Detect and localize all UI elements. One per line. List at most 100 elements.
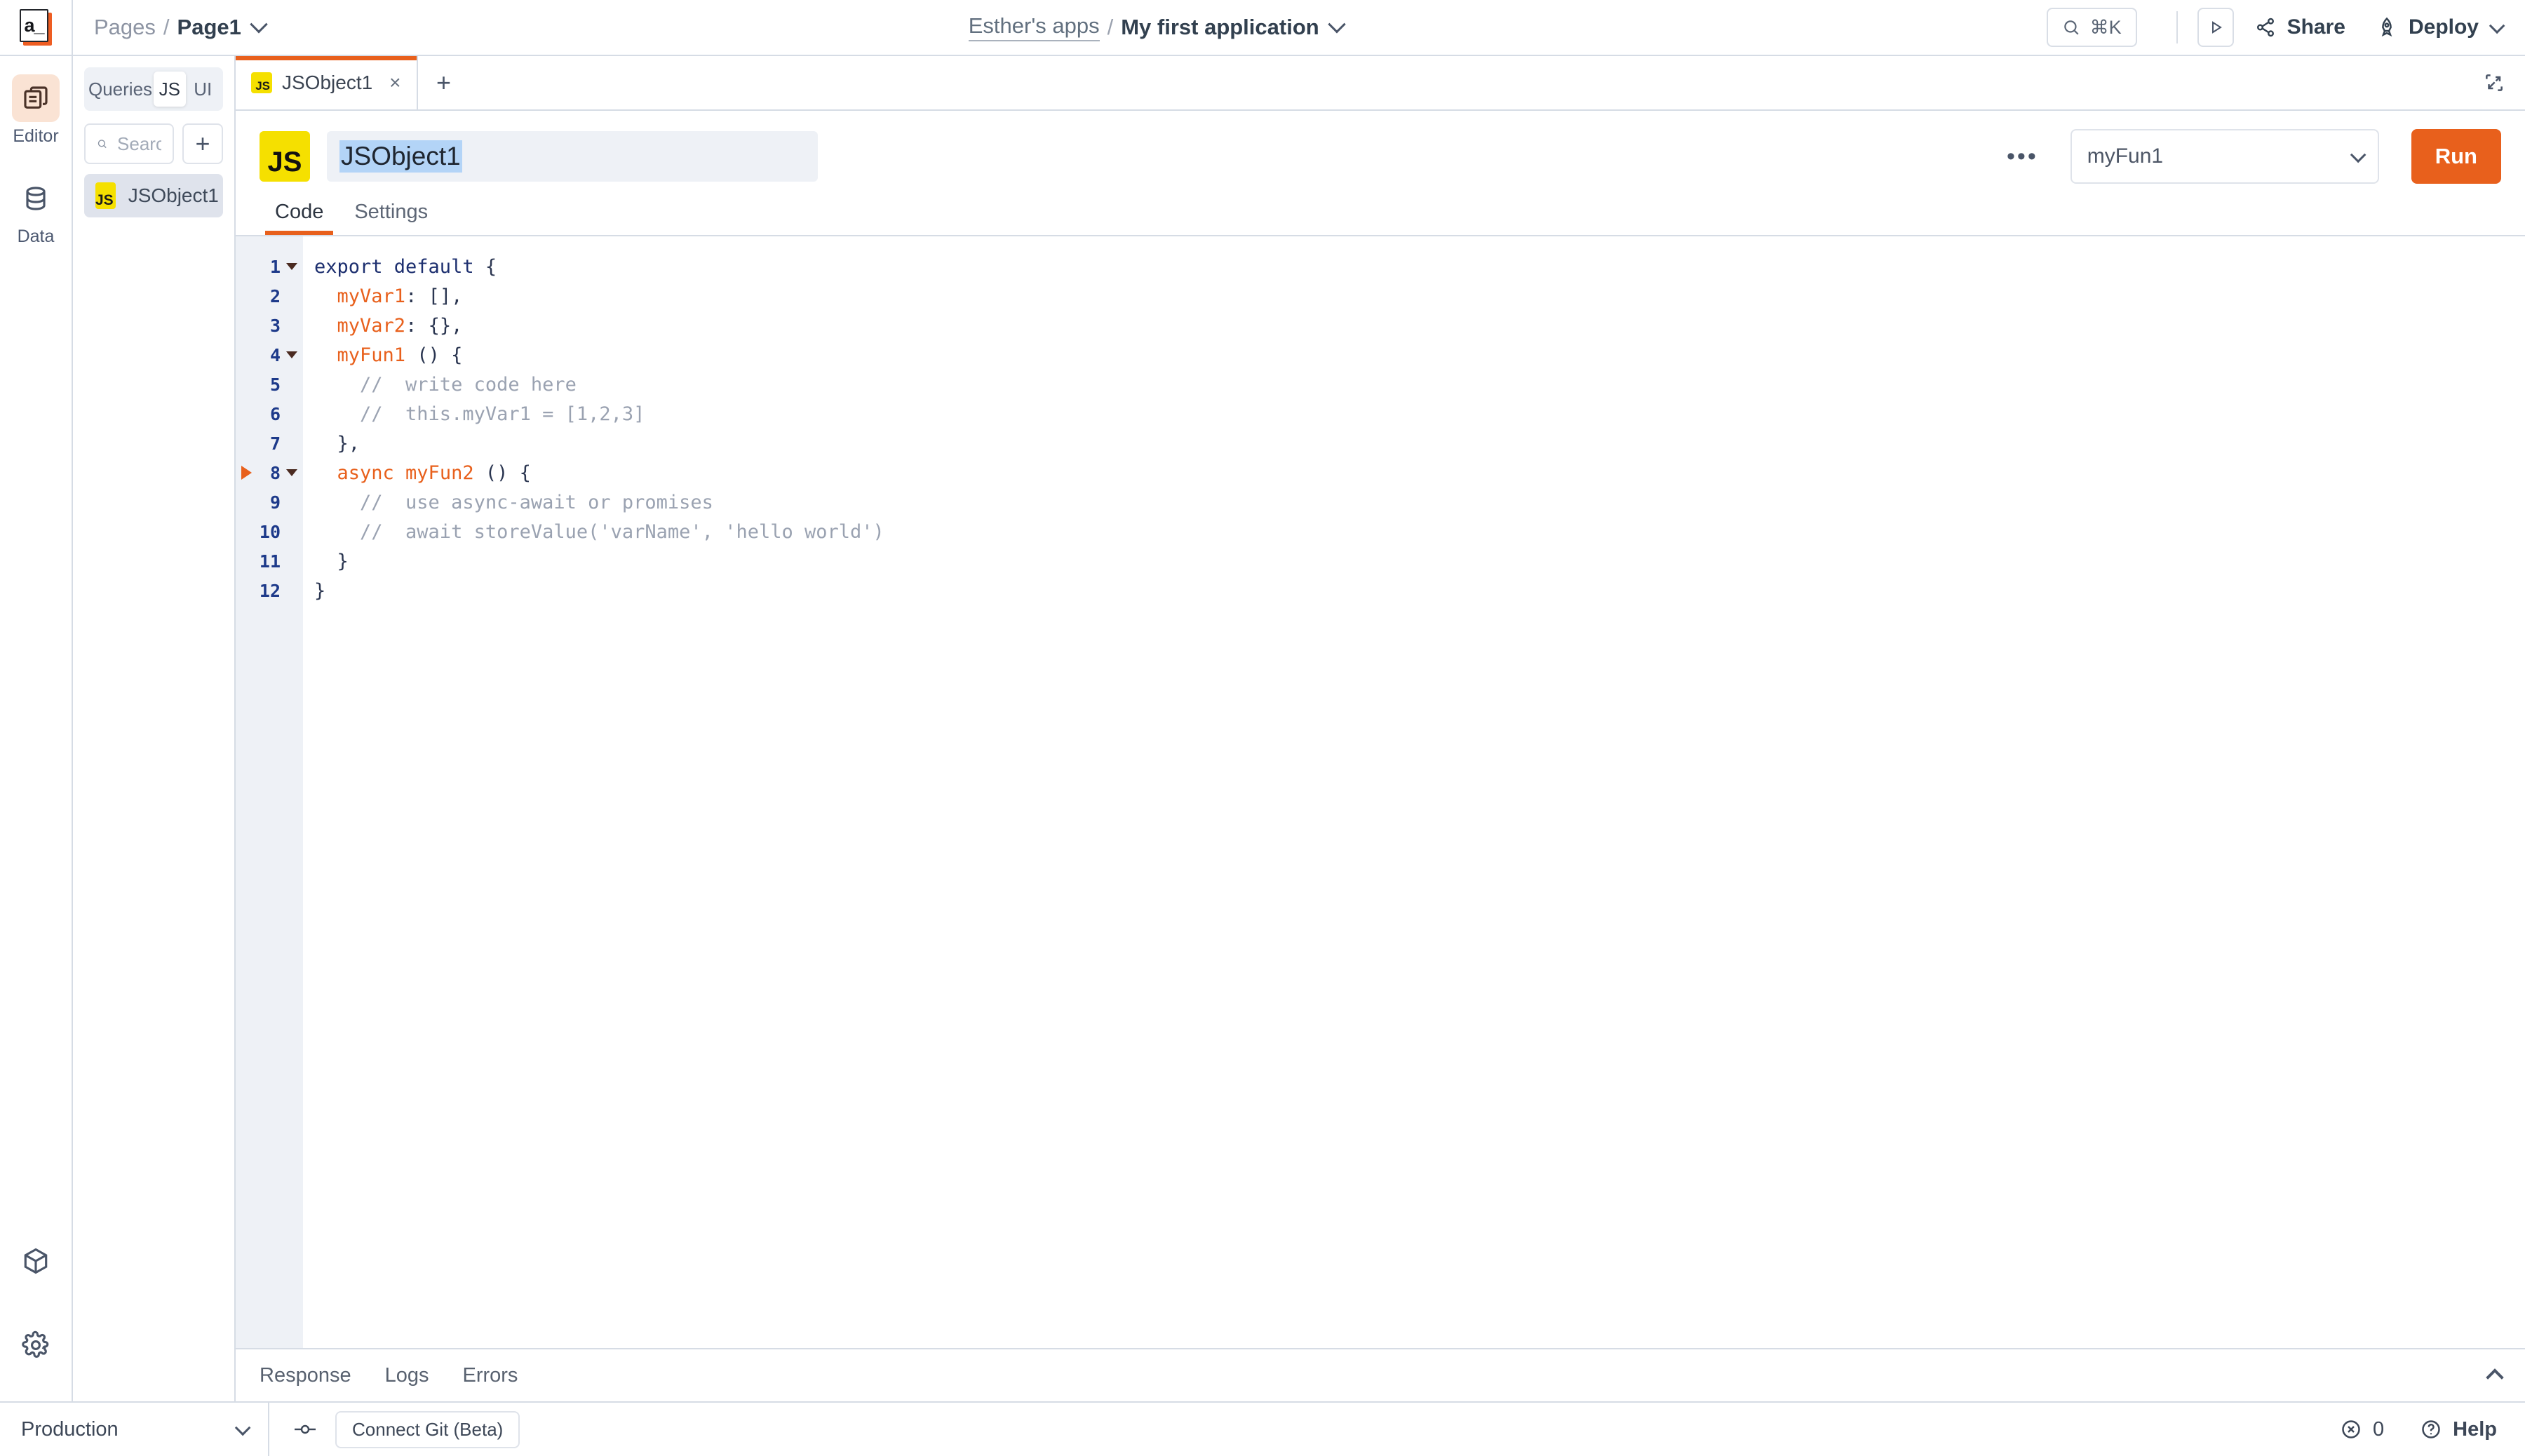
entity-search-row: +: [73, 111, 234, 164]
sidebar-item-data[interactable]: Data: [12, 175, 60, 247]
search-icon: [97, 136, 107, 151]
code-line[interactable]: // await storeValue('varName', 'hello wo…: [314, 517, 2525, 546]
editor-tab-jsobject1[interactable]: JS JSObject1 ×: [236, 56, 418, 109]
omnibar-search-button[interactable]: ⌘K: [2047, 8, 2137, 47]
fold-arrow-icon[interactable]: [286, 469, 297, 476]
sidebar-item-settings[interactable]: [12, 1321, 60, 1369]
list-item-label: JSObject1: [128, 184, 219, 207]
editor-code-area[interactable]: export default { myVar1: [], myVar2: {},…: [303, 236, 2525, 1348]
code-token: [314, 344, 337, 366]
gutter-line-number[interactable]: 6: [236, 399, 303, 429]
gutter-line-number[interactable]: 7: [236, 429, 303, 458]
collapse-expand-button[interactable]: [2463, 56, 2525, 109]
gutter-line-number[interactable]: 3: [236, 311, 303, 340]
tab-settings[interactable]: Settings: [339, 201, 443, 235]
environment-select[interactable]: Production: [0, 1403, 269, 1456]
tab-ui[interactable]: UI: [187, 72, 219, 107]
js-badge-icon: JS: [95, 182, 116, 209]
code-token: : [],: [405, 285, 462, 307]
help-button[interactable]: Help: [2420, 1418, 2497, 1441]
chevron-up-icon[interactable]: [2486, 1368, 2503, 1386]
line-number-label: 7: [270, 433, 281, 454]
search-input[interactable]: [117, 133, 161, 155]
code-line[interactable]: }: [314, 546, 2525, 576]
workspace-link[interactable]: Esther's apps: [969, 13, 1100, 41]
fold-arrow-icon[interactable]: [286, 263, 297, 270]
close-icon[interactable]: ×: [389, 73, 400, 93]
new-tab-button[interactable]: +: [418, 56, 470, 109]
gutter-line-number[interactable]: 8: [236, 458, 303, 487]
code-line[interactable]: export default {: [314, 252, 2525, 281]
gutter-line-number[interactable]: 10: [236, 517, 303, 546]
function-select[interactable]: myFun1: [2070, 129, 2379, 184]
sidebar-item-libraries[interactable]: [12, 1237, 60, 1285]
preview-mode-button[interactable]: [2197, 8, 2234, 47]
code-line[interactable]: },: [314, 429, 2525, 458]
chevron-down-icon[interactable]: [2489, 18, 2505, 34]
tab-logs[interactable]: Logs: [385, 1364, 429, 1387]
code-token: export default: [314, 256, 485, 278]
tab-response[interactable]: Response: [260, 1364, 351, 1387]
code-line[interactable]: async myFun2 () {: [314, 458, 2525, 487]
more-options-button[interactable]: •••: [1991, 144, 2054, 168]
gutter-line-number[interactable]: 4: [236, 340, 303, 370]
search-input-wrapper[interactable]: [84, 123, 174, 164]
pages-icon: [22, 84, 50, 112]
code-line[interactable]: // use async-await or promises: [314, 487, 2525, 517]
tab-js[interactable]: JS: [154, 72, 185, 107]
function-select-value: myFun1: [2087, 144, 2163, 168]
code-line[interactable]: myVar2: {},: [314, 311, 2525, 340]
code-token: : {},: [405, 315, 462, 337]
tab-queries[interactable]: Queries: [88, 72, 152, 107]
error-count-button[interactable]: 0: [2341, 1418, 2384, 1441]
gutter-line-number[interactable]: 9: [236, 487, 303, 517]
share-label: Share: [2287, 15, 2345, 39]
list-item[interactable]: JS JSObject1: [84, 174, 223, 217]
deploy-button[interactable]: Deploy: [2376, 15, 2501, 39]
gutter-line-number[interactable]: 11: [236, 546, 303, 576]
code-line[interactable]: myVar1: [],: [314, 281, 2525, 311]
gutter-line-number[interactable]: 2: [236, 281, 303, 311]
app-logo-button[interactable]: a_: [0, 0, 73, 55]
code-line[interactable]: // write code here: [314, 370, 2525, 399]
help-label: Help: [2453, 1418, 2497, 1441]
breadcrumb-current-page[interactable]: Page1: [177, 15, 241, 40]
code-token: }: [314, 551, 349, 572]
gutter-line-number[interactable]: 12: [236, 576, 303, 605]
editor-body: Editor Data: [0, 56, 2525, 1401]
code-line[interactable]: myFun1 () {: [314, 340, 2525, 370]
gutter-line-number[interactable]: 5: [236, 370, 303, 399]
connect-git-button[interactable]: Connect Git (Beta): [335, 1411, 520, 1448]
header-divider: [2176, 11, 2178, 43]
gear-icon: [21, 1330, 50, 1360]
chevron-down-icon: [235, 1420, 251, 1436]
code-token: () {: [474, 462, 531, 484]
breakpoint-marker-icon[interactable]: [241, 466, 252, 480]
js-object-name-field[interactable]: JSObject1: [327, 131, 818, 182]
environment-label: Production: [21, 1418, 119, 1441]
add-js-object-button[interactable]: +: [182, 123, 223, 164]
fold-arrow-icon[interactable]: [286, 351, 297, 358]
chevron-down-icon[interactable]: [1328, 15, 1345, 33]
sidebar-item-label: Editor: [13, 126, 58, 147]
main-editor-column: JS JSObject1 × +: [236, 56, 2525, 1401]
share-button[interactable]: Share: [2255, 15, 2345, 39]
tab-errors[interactable]: Errors: [462, 1364, 518, 1387]
rocket-icon: [2376, 17, 2397, 38]
search-icon: [2062, 18, 2080, 36]
run-button[interactable]: Run: [2411, 129, 2501, 184]
editor-gutter[interactable]: 123456789101112: [236, 236, 303, 1348]
code-settings-tabs: Code Settings: [236, 184, 2525, 235]
response-panel-bar: Response Logs Errors: [236, 1348, 2525, 1401]
code-line[interactable]: // this.myVar1 = [1,2,3]: [314, 399, 2525, 429]
code-token: [314, 285, 337, 307]
code-line[interactable]: }: [314, 576, 2525, 605]
line-number-label: 2: [270, 286, 281, 306]
breadcrumb-pages[interactable]: Pages: [94, 15, 156, 40]
tab-code[interactable]: Code: [260, 201, 339, 235]
editor-tab-bar: JS JSObject1 × +: [236, 56, 2525, 111]
application-name[interactable]: My first application: [1121, 15, 1319, 40]
gutter-line-number[interactable]: 1: [236, 252, 303, 281]
sidebar-item-editor[interactable]: Editor: [12, 74, 60, 147]
collapse-expand-icon: [2483, 72, 2505, 94]
